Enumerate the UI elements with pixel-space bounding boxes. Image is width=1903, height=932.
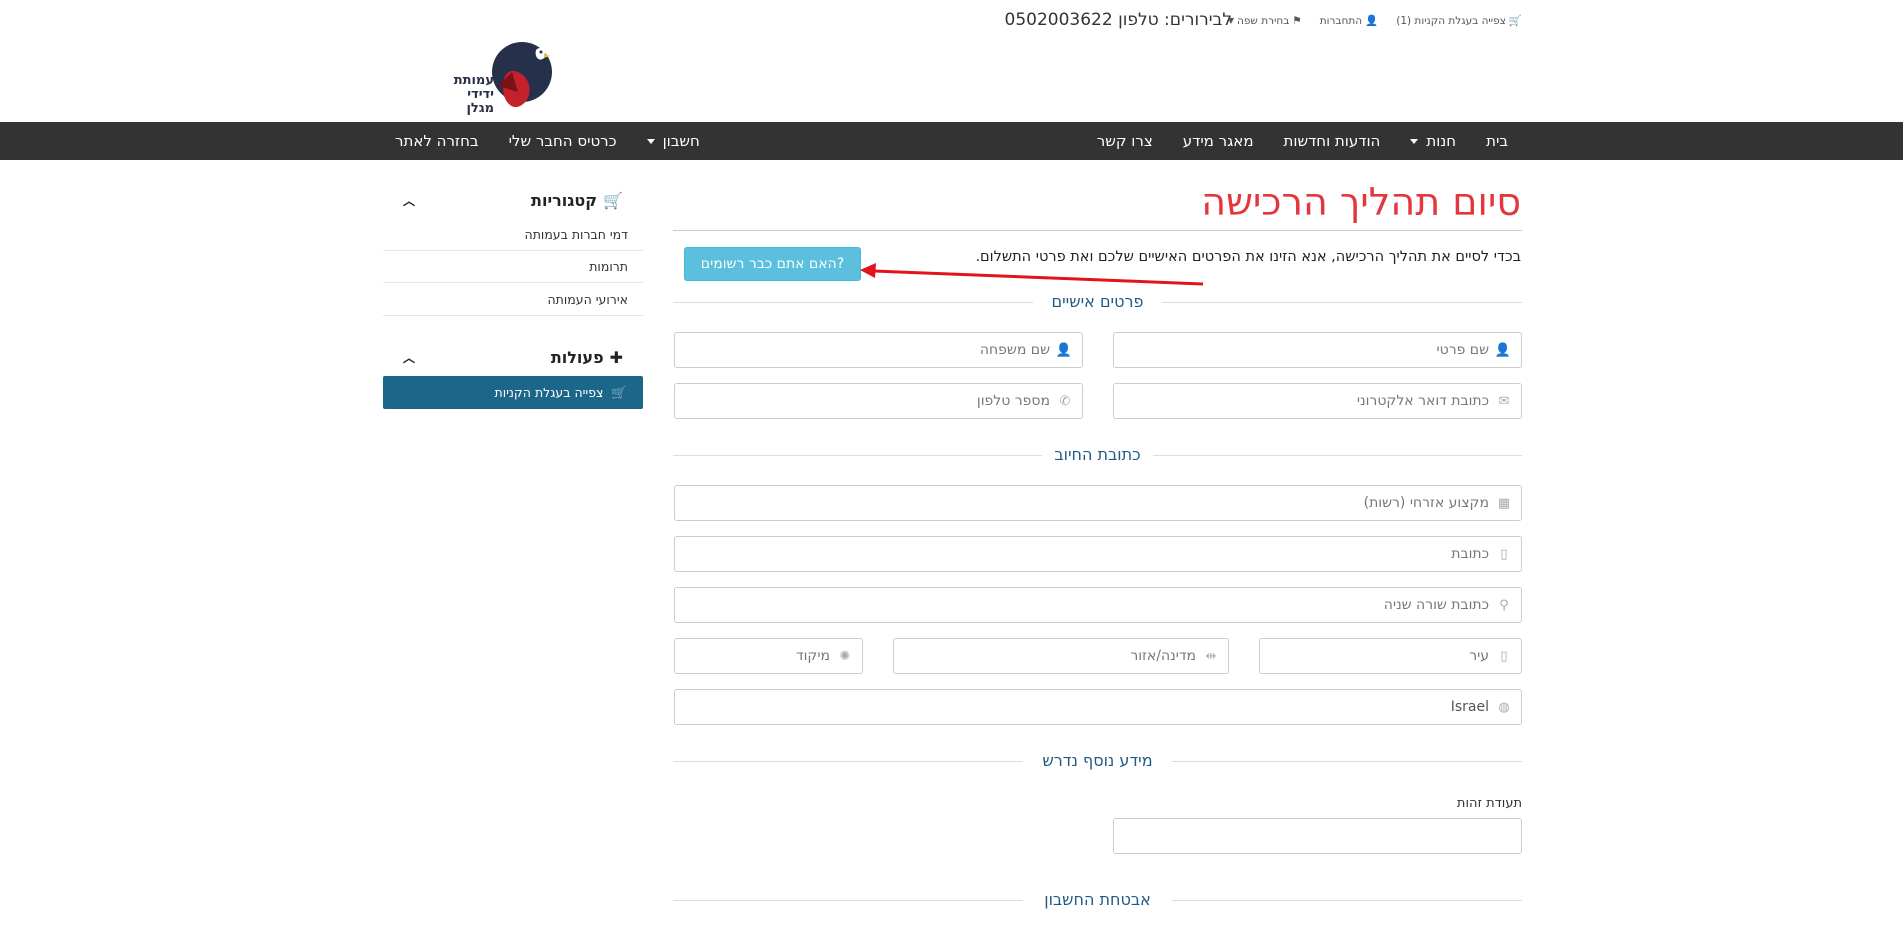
- section-personal: פרטים אישיים: [673, 292, 1522, 312]
- country-value: Israel: [1450, 699, 1489, 715]
- chevron-up-icon[interactable]: ︿: [403, 349, 415, 366]
- city-field[interactable]: ▯ עיר: [1259, 638, 1522, 674]
- email-placeholder: כתובת דואר אלקטרוני: [1356, 393, 1489, 409]
- nav-back-to-site[interactable]: בחזרה לאתר: [380, 122, 494, 160]
- logo-line-1: עמותת: [453, 73, 494, 88]
- categories-title: קטגוריות: [531, 190, 598, 210]
- phone-icon: ✆: [1059, 393, 1071, 409]
- main-navbar: בית חנות הודעות וחדשות מאגר מידע צרו קשר…: [0, 122, 1903, 160]
- section-billing-label: כתובת החיוב: [1042, 445, 1153, 464]
- page-title: סיום תהליך הרכישה: [1201, 180, 1521, 224]
- contact-phone: לבירורים: טלפון 0502003622: [1004, 10, 1232, 30]
- nav-knowledge[interactable]: מאגר מידע: [1168, 122, 1269, 160]
- id-number-label: תעודת זהות: [1456, 796, 1522, 811]
- already-registered-button[interactable]: ?האם אתם כבר רשומים: [684, 247, 861, 281]
- building-icon: ▯: [1500, 546, 1508, 562]
- logo-line-2: ידידי מגלן: [466, 87, 494, 116]
- top-login-label: התחברות: [1319, 14, 1363, 27]
- category-item-membership[interactable]: דמי חברות בעמותה: [383, 219, 643, 251]
- user-icon: 👤: [1494, 342, 1511, 358]
- zip-field[interactable]: ✺ מיקוד: [674, 638, 863, 674]
- nav-shop[interactable]: חנות: [1395, 122, 1471, 160]
- profession-field[interactable]: ▦ מקצוע אזרחי (רשות): [674, 485, 1522, 521]
- section-personal-label: פרטים אישיים: [1039, 292, 1156, 311]
- building-icon: ▦: [1497, 495, 1511, 511]
- language-label: בחירת שפה: [1237, 14, 1290, 27]
- zip-placeholder: מיקוד: [795, 648, 830, 664]
- top-links: 🛒 צפייה בעגלת הקניות (1) 👤 התחברות ⚑ בחירת …: [1228, 14, 1522, 28]
- title-divider: [673, 230, 1522, 231]
- top-bar: לבירורים: טלפון 0502003622 🛒 צפייה בעגלת …: [382, 8, 1522, 36]
- phone-field[interactable]: ✆ מספר טלפון: [674, 383, 1083, 419]
- address2-field[interactable]: ⚲ כתובת שורה שניה: [674, 587, 1522, 623]
- address-placeholder: כתובת: [1451, 546, 1489, 562]
- nav-contact[interactable]: צרו קשר: [1082, 122, 1168, 160]
- city-placeholder: עיר: [1469, 648, 1489, 664]
- logo[interactable]: עמותת ידידי מגלן: [440, 34, 552, 116]
- state-placeholder: מדינה/אזור: [1130, 648, 1196, 664]
- cart-icon: 🛒: [611, 385, 627, 400]
- id-number-input[interactable]: [1113, 818, 1522, 854]
- category-item-events[interactable]: אירועי העמותה: [383, 284, 643, 316]
- section-billing: כתובת החיוב: [673, 445, 1522, 465]
- categories-header[interactable]: 🛒 קטגוריות ︿: [383, 185, 643, 215]
- address2-placeholder: כתובת שורה שניה: [1383, 597, 1489, 613]
- section-security: אבטחת החשבון: [673, 890, 1522, 910]
- phone-placeholder: מספר טלפון: [976, 393, 1050, 409]
- first-name-placeholder: שם פרטי: [1436, 342, 1489, 358]
- section-extra: מידע נוסף נדרש: [673, 751, 1522, 771]
- logo-text: עמותת ידידי מגלן: [440, 74, 494, 116]
- last-name-field[interactable]: 👤 שם משפחה: [674, 332, 1083, 368]
- chevron-up-icon[interactable]: ︿: [403, 192, 415, 209]
- top-cart-label: צפייה בעגלת הקניות (1): [1396, 14, 1506, 27]
- address-field[interactable]: ▯ כתובת: [674, 536, 1522, 572]
- caret-down-icon: ▼: [1227, 16, 1234, 25]
- view-cart-button[interactable]: 🛒 צפייה בעגלת הקניות: [383, 376, 643, 409]
- top-cart-link[interactable]: 🛒 צפייה בעגלת הקניות (1): [1396, 14, 1522, 28]
- user-icon: 👤: [1055, 342, 1072, 358]
- nav-left-group: חשבון כרטיס החבר שלי בחזרה לאתר: [380, 122, 715, 160]
- nav-home[interactable]: בית: [1471, 122, 1523, 160]
- top-login-link[interactable]: 👤 התחברות: [1319, 14, 1379, 28]
- section-extra-label: מידע נוסף נדרש: [1030, 751, 1165, 770]
- section-security-label: אבטחת החשבון: [1032, 890, 1163, 909]
- nav-news[interactable]: הודעות וחדשות: [1269, 122, 1396, 160]
- map-marker-icon: ⚲: [1499, 597, 1509, 613]
- caret-down-icon: [646, 139, 655, 144]
- flag-icon: ⚑: [1292, 14, 1302, 27]
- state-field[interactable]: ⇹ מדינה/אזור: [893, 638, 1229, 674]
- profession-placeholder: מקצוע אזרחי (רשות): [1363, 495, 1489, 511]
- view-cart-label: צפייה בעגלת הקניות: [494, 385, 604, 400]
- nav-account[interactable]: חשבון: [632, 122, 715, 160]
- nav-member-card[interactable]: כרטיס החבר שלי: [494, 122, 632, 160]
- country-select[interactable]: ◍ Israel: [674, 689, 1522, 725]
- actions-title: פעולות: [550, 347, 604, 367]
- nav-right-group: בית חנות הודעות וחדשות מאגר מידע צרו קשר: [1082, 122, 1523, 160]
- building-icon: ▯: [1500, 648, 1508, 664]
- user-icon: 👤: [1365, 15, 1379, 27]
- language-dropdown[interactable]: ⚑ בחירת שפה ▼: [1228, 14, 1302, 27]
- nav-shop-label: חנות: [1426, 132, 1457, 150]
- actions-header[interactable]: ✚ פעולות ︿: [383, 342, 643, 372]
- nav-account-label: חשבון: [662, 132, 700, 150]
- envelope-icon: ✉: [1498, 393, 1510, 409]
- signpost-icon: ⇹: [1205, 648, 1217, 664]
- caret-down-icon: [1410, 139, 1419, 144]
- cart-icon: 🛒: [1508, 15, 1522, 27]
- last-name-placeholder: שם משפחה: [979, 342, 1050, 358]
- category-item-donations[interactable]: תרומות: [383, 251, 643, 283]
- first-name-field[interactable]: 👤 שם פרטי: [1113, 332, 1522, 368]
- email-field[interactable]: ✉ כתובת דואר אלקטרוני: [1113, 383, 1522, 419]
- annotation-arrow-icon: [860, 263, 1204, 286]
- plus-icon: ✚: [609, 347, 623, 367]
- asterisk-icon: ✺: [839, 648, 851, 664]
- cart-icon: 🛒: [603, 190, 623, 210]
- globe-icon: ◍: [1498, 699, 1510, 715]
